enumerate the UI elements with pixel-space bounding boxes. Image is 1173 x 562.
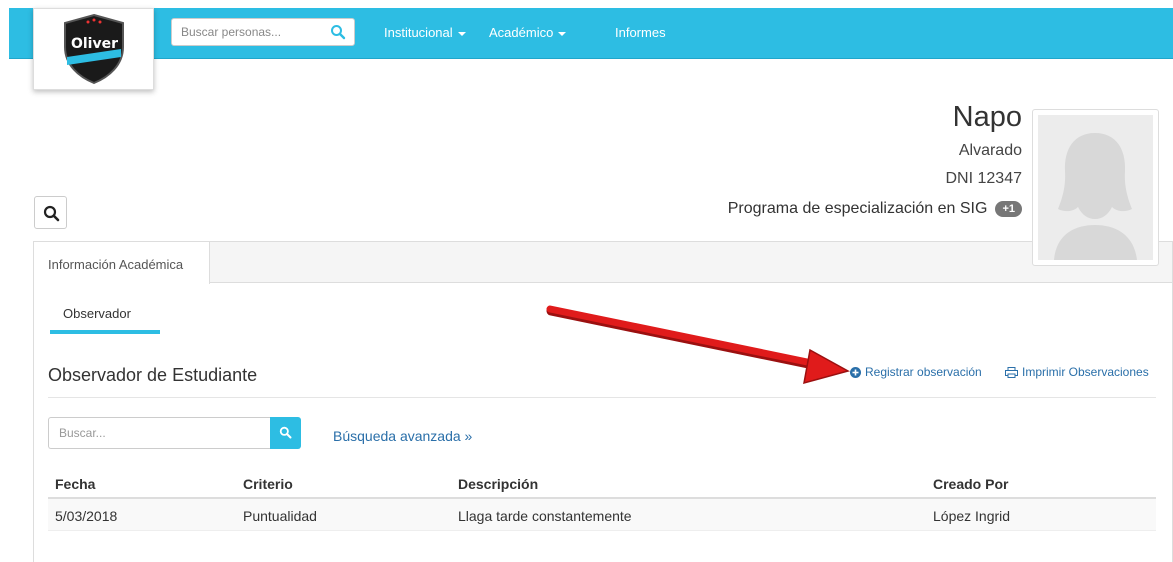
subtab-active-indicator	[50, 330, 160, 334]
observation-search-input[interactable]	[48, 417, 270, 449]
register-observation-link[interactable]: Registrar observación	[850, 365, 982, 379]
nav-institucional[interactable]: Institucional	[384, 25, 466, 40]
column-header-criterio[interactable]: Criterio	[243, 476, 293, 492]
nav-informes-label: Informes	[615, 25, 666, 40]
nav-academico[interactable]: Académico	[489, 25, 567, 40]
nav-academico-label: Académico	[489, 25, 554, 40]
cell-creado-por: López Ingrid	[933, 508, 1011, 524]
logo[interactable]: Oliver	[33, 8, 154, 90]
search-icon[interactable]	[330, 24, 346, 40]
print-observations-label: Imprimir Observaciones	[1022, 365, 1149, 379]
caret-down-icon	[457, 31, 466, 36]
avatar	[1032, 109, 1159, 266]
student-program: Programa de especialización en SIG +1	[728, 200, 1022, 218]
column-header-descripcion[interactable]: Descripción	[458, 476, 538, 492]
print-icon	[1005, 366, 1018, 378]
column-header-fecha[interactable]: Fecha	[55, 476, 95, 492]
register-observation-label: Registrar observación	[865, 365, 982, 379]
subtab-observador[interactable]: Observador	[63, 306, 131, 321]
cell-descripcion: Llaga tarde constantemente	[458, 508, 632, 524]
observation-search-button[interactable]	[270, 417, 301, 449]
column-header-creado-por[interactable]: Creado Por	[933, 476, 1008, 492]
user-silhouette-icon	[1038, 115, 1153, 260]
program-name: Programa de especialización en SIG	[727, 200, 988, 217]
section-divider	[48, 397, 1156, 398]
nav-informes[interactable]: Informes	[615, 25, 666, 40]
people-search-input[interactable]	[172, 19, 322, 45]
cell-fecha: 5/03/2018	[55, 508, 118, 524]
section-title: Observador de Estudiante	[48, 365, 258, 385]
advanced-search-link[interactable]: Búsqueda avanzada »	[333, 428, 472, 444]
nav-institucional-label: Institucional	[384, 25, 453, 40]
student-first-name: Napo	[952, 101, 1022, 133]
observation-filter	[48, 417, 301, 449]
program-count-badge[interactable]: +1	[995, 201, 1022, 217]
caret-down-icon	[558, 31, 567, 36]
people-search-box	[171, 18, 355, 46]
search-icon	[43, 205, 60, 222]
logo-text: Oliver	[70, 36, 119, 52]
student-last-name: Alvarado	[958, 142, 1022, 159]
search-icon	[279, 426, 292, 439]
print-observations-link[interactable]: Imprimir Observaciones	[1005, 365, 1149, 379]
plus-circle-icon	[850, 366, 861, 378]
student-dni: DNI 12347	[945, 170, 1023, 187]
toggle-search-button[interactable]	[34, 196, 67, 229]
cell-criterio: Puntualidad	[243, 508, 317, 524]
tab-label: Información Académica	[48, 257, 184, 272]
tab-informacion-academica[interactable]: Información Académica	[34, 242, 210, 284]
